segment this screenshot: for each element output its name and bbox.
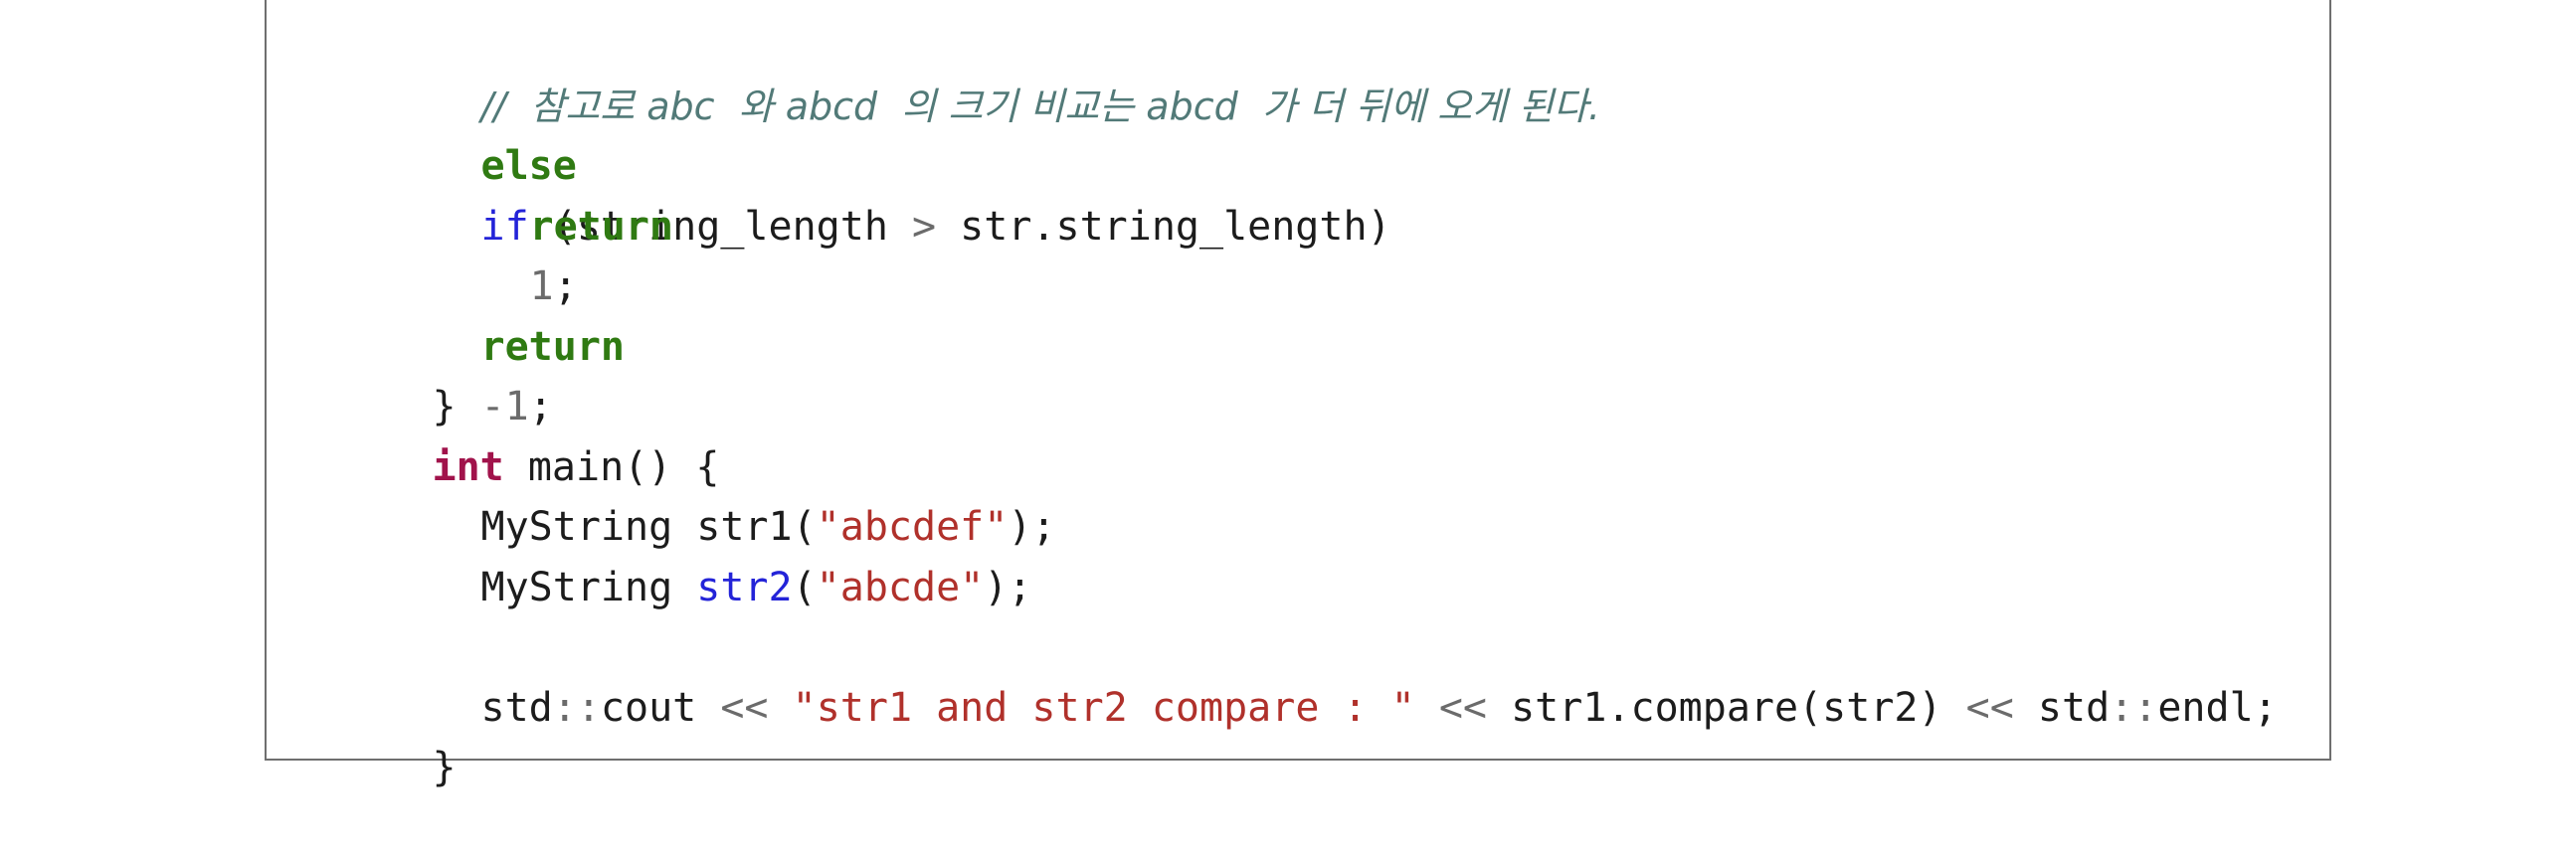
main-signature: main() { [503,443,720,490]
call-close: ); [1008,504,1056,550]
closing-brace: } [432,384,457,429]
stream-operator: << [1965,684,2014,731]
scope-operator: :: [2110,684,2158,731]
condition-end: str.string_length) [936,203,1391,250]
code-line-return-1: return 1; [288,136,2278,310]
str1-declaration: MyString str1( [480,504,817,550]
code-line-cout: std::cout << "str1 and str2 compare : " … [288,617,2278,731]
type-name: MyString [480,564,697,610]
compare-call: str1.compare(str2) [1487,684,1966,731]
endl-identifier: endl; [2157,684,2278,731]
string-literal: "abcde" [816,564,985,610]
code-line-main: int main() { [288,377,2278,490]
keyword-else: else [480,143,577,189]
closing-brace: } [432,745,457,790]
code-block: // 참고로 abc 와 abcd 의 크기 비교는 abcd 가 더 뒤에 오… [265,0,2331,791]
code-line-return-neg1: return -1; [288,257,2278,430]
call-close: ); [984,564,1032,610]
keyword-int: int [432,443,504,490]
std-namespace: std [2013,684,2111,731]
str2-identifier: str2 [696,564,793,610]
call-open: ( [792,564,817,610]
keyword-return: return [529,203,674,250]
code-lines: // 참고로 abc 와 abcd 의 크기 비교는 abcd 가 더 뒤에 오… [288,16,2278,791]
keyword-return: return [480,323,626,370]
code-line-comment: // 참고로 abc 와 abcd 의 크기 비교는 abcd 가 더 뒤에 오… [288,16,2278,128]
number-literal: 1 [529,263,554,309]
string-literal: "str1 and str2 compare : " [792,684,1415,731]
cout-identifier: cout [600,684,721,731]
scope-operator: :: [552,684,601,731]
string-literal: "abcdef" [816,504,1009,550]
semicolon: ; [528,384,553,429]
stream-operator: << [720,684,769,731]
operator-greater-than: > [911,203,937,250]
semicolon: ; [553,263,578,309]
code-comment: // 참고로 abc 와 abcd 의 크기 비교는 abcd 가 더 뒤에 오… [480,84,1600,128]
number-literal: -1 [480,384,529,429]
stream-operator: << [1438,684,1488,731]
std-namespace: std [480,684,553,731]
